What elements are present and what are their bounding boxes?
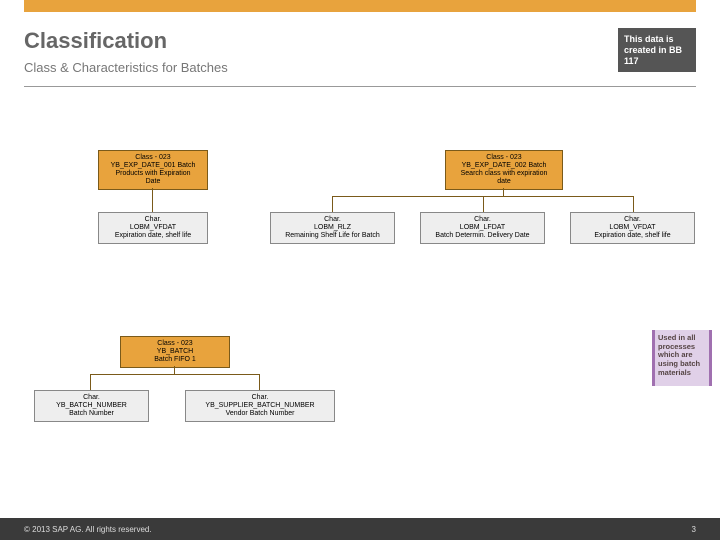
- connector-line: [152, 188, 153, 212]
- char-name-label: LOBM_VFDAT: [101, 224, 205, 232]
- char-batch-number: Char. YB_BATCH_NUMBER Batch Number: [34, 390, 149, 422]
- char-label: Char.: [573, 216, 692, 224]
- section-divider: [24, 86, 696, 87]
- connector-line: [332, 196, 333, 212]
- char-desc-label: Expiration date, shelf life: [101, 232, 205, 240]
- connector-line: [259, 374, 260, 390]
- page-number-label: 3: [692, 525, 696, 534]
- char-lobm-vfdat-1: Char. LOBM_VFDAT Expiration date, shelf …: [98, 212, 208, 244]
- context-badge: This data is created in BB 117: [618, 28, 696, 72]
- char-name-label: LOBM_RLZ: [273, 224, 392, 232]
- page-title: Classification: [24, 28, 228, 54]
- class-name-label: YB_EXP_DATE_001 Batch: [101, 162, 205, 170]
- char-label: Char.: [101, 216, 205, 224]
- char-lobm-lfdat: Char. LOBM_LFDAT Batch Determin. Deliver…: [420, 212, 545, 244]
- class-code-label: Class - 023: [123, 340, 227, 348]
- connector-line: [633, 196, 634, 212]
- class-desc-label: date: [448, 178, 560, 186]
- char-label: Char.: [423, 216, 542, 224]
- connector-line: [90, 374, 91, 390]
- page-subtitle: Class & Characteristics for Batches: [24, 60, 228, 75]
- title-area: Classification Class & Characteristics f…: [24, 28, 228, 75]
- class-yb-batch: Class - 023 YB_BATCH Batch FIFO 1: [120, 336, 230, 368]
- connector-line: [483, 196, 484, 212]
- char-name-label: YB_BATCH_NUMBER: [37, 402, 146, 410]
- char-lobm-rlz: Char. LOBM_RLZ Remaining Shelf Life for …: [270, 212, 395, 244]
- footer-bar: © 2013 SAP AG. All rights reserved. 3: [0, 518, 720, 540]
- connector-line: [90, 374, 260, 375]
- char-label: Char.: [273, 216, 392, 224]
- char-label: Char.: [188, 394, 332, 402]
- char-desc-label: Batch Determin. Delivery Date: [423, 232, 542, 240]
- class-code-label: Class - 023: [448, 154, 560, 162]
- side-note-callout: Used in all processes which are using ba…: [652, 330, 712, 386]
- class-name-label: YB_EXP_DATE_002 Batch: [448, 162, 560, 170]
- char-desc-label: Expiration date, shelf life: [573, 232, 692, 240]
- class-name-label: YB_BATCH: [123, 348, 227, 356]
- copyright-label: © 2013 SAP AG. All rights reserved.: [24, 525, 152, 534]
- class-desc-label: Batch FIFO 1: [123, 356, 227, 364]
- connector-line: [503, 188, 504, 196]
- char-desc-label: Batch Number: [37, 410, 146, 418]
- class-code-label: Class - 023: [101, 154, 205, 162]
- connector-line: [174, 366, 175, 374]
- char-name-label: LOBM_VFDAT: [573, 224, 692, 232]
- class-desc-label: Products with Expiration: [101, 170, 205, 178]
- char-desc-label: Vendor Batch Number: [188, 410, 332, 418]
- class-desc-label: Search class with expiration: [448, 170, 560, 178]
- char-label: Char.: [37, 394, 146, 402]
- top-accent-band: [24, 0, 696, 12]
- class-exp-date-001: Class - 023 YB_EXP_DATE_001 Batch Produc…: [98, 150, 208, 190]
- char-desc-label: Remaining Shelf Life for Batch: [273, 232, 392, 240]
- char-name-label: LOBM_LFDAT: [423, 224, 542, 232]
- char-supplier-batch-number: Char. YB_SUPPLIER_BATCH_NUMBER Vendor Ba…: [185, 390, 335, 422]
- char-lobm-vfdat-2: Char. LOBM_VFDAT Expiration date, shelf …: [570, 212, 695, 244]
- char-name-label: YB_SUPPLIER_BATCH_NUMBER: [188, 402, 332, 410]
- class-desc-label: Date: [101, 178, 205, 186]
- class-exp-date-002: Class - 023 YB_EXP_DATE_002 Batch Search…: [445, 150, 563, 190]
